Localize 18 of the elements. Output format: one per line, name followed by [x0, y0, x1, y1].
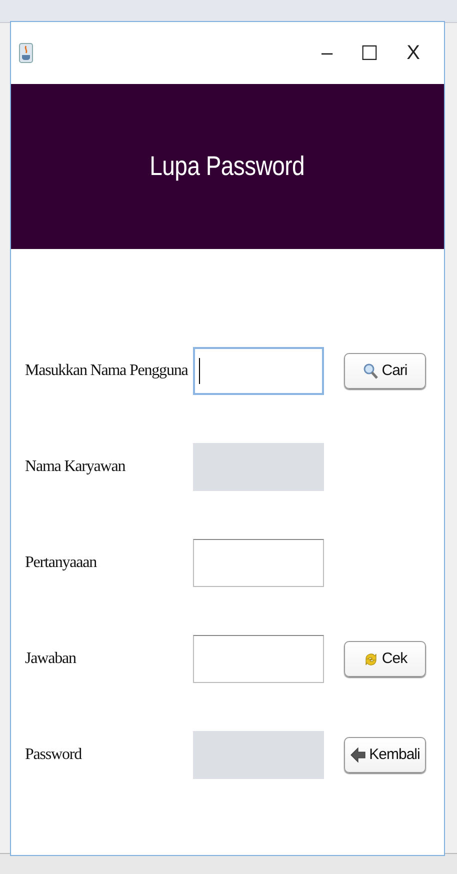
refresh-button[interactable]: Cek	[344, 640, 426, 676]
search-button[interactable]: Cari	[344, 352, 426, 388]
maximize-button[interactable]: ☐	[346, 40, 393, 66]
back-arrow-icon	[350, 746, 366, 764]
field-label: Jawaban	[24, 650, 78, 668]
back-button[interactable]: Kembali	[344, 736, 426, 772]
input-field[interactable]	[193, 346, 324, 394]
cup-icon	[19, 43, 33, 63]
search-icon	[362, 362, 379, 380]
dialog-title: Lupa Password	[150, 151, 305, 182]
close-button[interactable]: X	[392, 42, 434, 64]
field-label: Pertanyaaan	[24, 554, 98, 572]
minimize-button[interactable]: –	[308, 42, 347, 64]
field-label: Nama Karyawan	[24, 458, 126, 476]
input-field[interactable]	[193, 538, 324, 586]
field-label: Masukkan Nama Pengguna	[24, 362, 190, 380]
input-field[interactable]	[193, 634, 324, 682]
field-label: Password	[24, 746, 83, 764]
